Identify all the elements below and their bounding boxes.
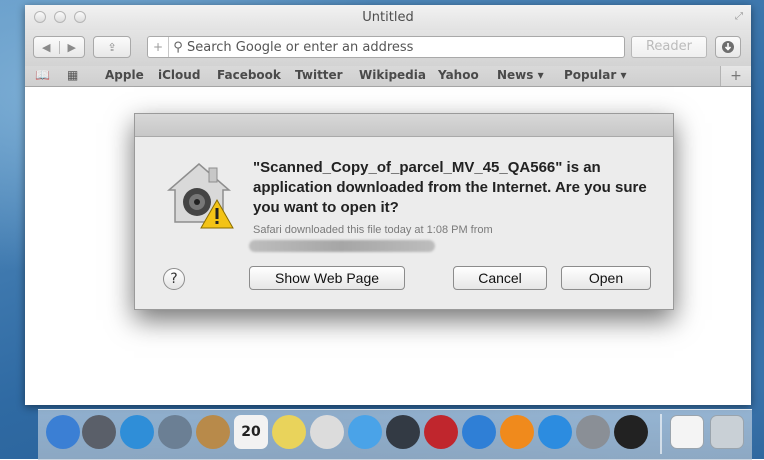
share-button[interactable]: ⇪ [93, 36, 131, 58]
open-button[interactable]: Open [561, 266, 651, 290]
open-app-warning-dialog: "Scanned_Copy_of_parcel_MV_45_QA566" is … [134, 113, 674, 310]
app-store-icon[interactable] [538, 415, 572, 449]
downloads-button[interactable] [715, 36, 741, 58]
window-title: Untitled [362, 10, 414, 25]
title-bar: Untitled ⤢ [25, 5, 751, 30]
reminders-icon[interactable] [310, 415, 344, 449]
notes-icon[interactable] [272, 415, 306, 449]
cancel-button[interactable]: Cancel [453, 266, 547, 290]
search-icon: ⚲ [173, 39, 183, 55]
downloads-icon [722, 41, 734, 53]
bookmark-news[interactable]: News ▾ [497, 68, 544, 82]
back-arrow-icon[interactable]: ◀ [34, 40, 60, 54]
mail-icon[interactable] [158, 415, 192, 449]
bookmark-apple[interactable]: Apple [105, 68, 144, 82]
reading-list-icon[interactable]: 📖 [35, 68, 50, 82]
calendar-icon[interactable]: 20 [234, 415, 268, 449]
dialog-message: "Scanned_Copy_of_parcel_MV_45_QA566" is … [253, 159, 647, 216]
new-tab-button[interactable]: + [720, 66, 751, 86]
forward-arrow-icon[interactable]: ▶ [60, 41, 85, 54]
help-button[interactable]: ? [163, 268, 185, 290]
bookmark-popular[interactable]: Popular ▾ [564, 68, 627, 82]
fullscreen-icon[interactable]: ⤢ [735, 11, 743, 22]
bookmark-yahoo[interactable]: Yahoo [438, 68, 479, 82]
system-preferences-icon[interactable] [576, 415, 610, 449]
bookmark-wikipedia[interactable]: Wikipedia [359, 68, 426, 82]
messages-icon[interactable] [348, 415, 382, 449]
dialog-title-strip [135, 114, 673, 137]
bookmark-facebook[interactable]: Facebook [217, 68, 281, 82]
toolbar: ◀ ▶ ⇪ + ⚲ Search Google or enter an addr… [25, 30, 751, 66]
itunes-icon[interactable] [462, 415, 496, 449]
dock-separator [660, 414, 662, 454]
back-forward-buttons[interactable]: ◀ ▶ [33, 36, 85, 58]
facetime-icon[interactable] [386, 415, 420, 449]
download-info-text: Safari downloaded this file today at 1:0… [253, 224, 493, 236]
top-sites-icon[interactable]: ▦ [67, 68, 78, 82]
bookmarks-bar: 📖 ▦ Apple iCloud Facebook Twitter Wikipe… [25, 66, 751, 87]
bookmark-icloud[interactable]: iCloud [158, 68, 200, 82]
reader-button[interactable]: Reader [631, 36, 707, 58]
contacts-icon[interactable] [196, 415, 230, 449]
photo-booth-icon[interactable] [424, 415, 458, 449]
ibooks-icon[interactable] [500, 415, 534, 449]
trash-icon[interactable] [710, 415, 744, 449]
gatekeeper-warning-icon [166, 163, 234, 229]
finder-icon[interactable] [46, 415, 80, 449]
bookmark-twitter[interactable]: Twitter [295, 68, 343, 82]
launchpad-icon[interactable] [82, 415, 116, 449]
address-placeholder: Search Google or enter an address [187, 39, 414, 55]
dock: 20 [38, 409, 752, 460]
terminal-icon[interactable] [614, 415, 648, 449]
add-bookmark-icon[interactable]: + [148, 37, 169, 57]
redacted-source-url [249, 240, 435, 252]
address-bar[interactable]: + ⚲ Search Google or enter an address [147, 36, 625, 58]
share-icon: ⇪ [107, 40, 117, 54]
safari-icon[interactable] [120, 415, 154, 449]
show-web-page-button[interactable]: Show Web Page [249, 266, 405, 290]
pdf-document-icon[interactable] [670, 415, 704, 449]
